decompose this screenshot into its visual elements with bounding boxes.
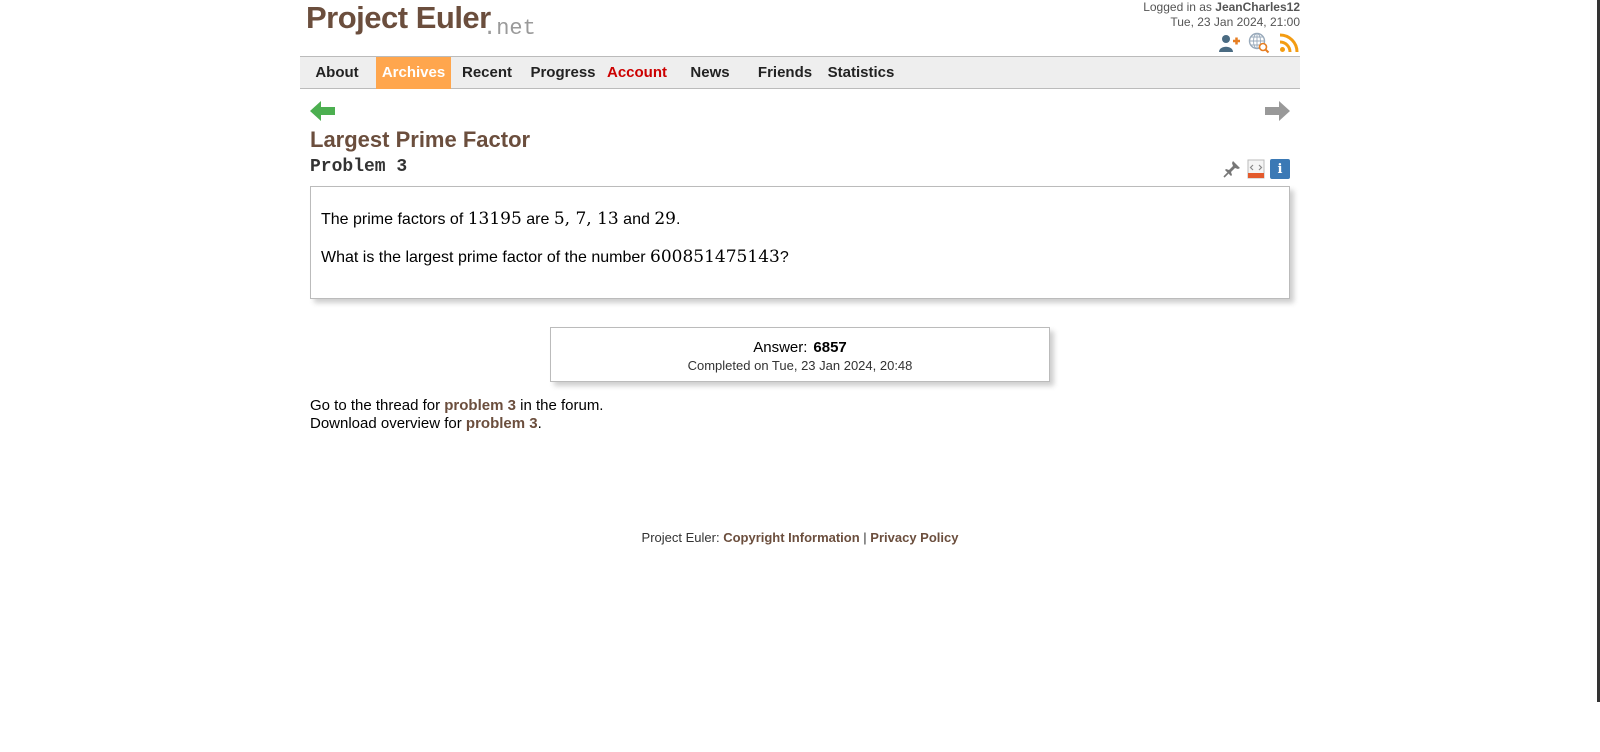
nav-account[interactable]: Account <box>603 57 671 89</box>
forum-thread-link[interactable]: problem 3 <box>444 397 516 414</box>
nav-news[interactable]: News <box>688 57 732 89</box>
next-problem-arrow-icon[interactable] <box>1264 100 1290 122</box>
main-nav: About Archives Recent Progress Account N… <box>300 56 1300 89</box>
problem-number: Problem 3 <box>310 157 408 177</box>
math-target-number: 600851475143 <box>650 247 780 267</box>
add-friend-icon[interactable] <box>1218 32 1240 54</box>
copyright-link[interactable]: Copyright Information <box>723 530 860 545</box>
privacy-policy-link[interactable]: Privacy Policy <box>870 530 958 545</box>
problem-links: Go to the thread for problem 3 in the fo… <box>310 397 603 433</box>
nav-statistics[interactable]: Statistics <box>824 57 898 89</box>
pin-icon[interactable] <box>1222 159 1242 179</box>
page: Project Euler .net Logged in as JeanChar… <box>300 0 1300 752</box>
completion-date: Completed on Tue, 23 Jan 2024, 20:48 <box>687 358 913 373</box>
nav-about[interactable]: About <box>308 57 366 89</box>
math-last-factor: 29 <box>654 209 676 229</box>
math-factors: 5, 7, 13 <box>553 209 619 229</box>
answer-line: Answer: 6857 <box>551 339 1049 356</box>
answer-box: Answer: 6857 Completed on Tue, 23 Jan 202… <box>550 327 1050 382</box>
logo-net-text: .net <box>483 16 536 41</box>
nav-recent[interactable]: Recent <box>457 57 517 89</box>
problem-line-2: What is the largest prime factor of the … <box>321 247 789 267</box>
download-overview-line: Download overview for problem 3. <box>310 415 542 432</box>
login-info: Logged in as JeanCharles12 Tue, 23 Jan 2… <box>1143 0 1300 30</box>
problem-content: The prime factors of 13195 are 5, 7, 13 … <box>310 186 1290 299</box>
username[interactable]: JeanCharles12 <box>1215 0 1300 14</box>
answer-label: Answer: <box>753 339 808 356</box>
math-number: 13195 <box>467 209 522 229</box>
rss-feed-icon[interactable] <box>1278 32 1300 54</box>
nav-progress[interactable]: Progress <box>527 57 599 89</box>
html-code-icon[interactable] <box>1246 159 1266 179</box>
previous-problem-arrow-icon[interactable] <box>310 100 336 122</box>
problem-tools: i <box>1222 159 1290 179</box>
nav-friends[interactable]: Friends <box>755 57 815 89</box>
info-icon[interactable]: i <box>1270 159 1290 179</box>
footer: Project Euler: Copyright Information | P… <box>641 530 959 545</box>
logged-in-line: Logged in as JeanCharles12 <box>1143 0 1300 14</box>
logo-text: Project Euler <box>306 0 491 35</box>
nav-archives[interactable]: Archives <box>376 57 451 89</box>
download-overview-link[interactable]: problem 3 <box>466 415 538 432</box>
header-icons <box>1218 32 1300 54</box>
forum-thread-line: Go to the thread for problem 3 in the fo… <box>310 397 604 414</box>
answer-value: 6857 <box>813 339 847 356</box>
search-globe-icon[interactable] <box>1248 32 1270 54</box>
current-datetime: Tue, 23 Jan 2024, 21:00 <box>1170 15 1300 29</box>
problem-title: Largest Prime Factor <box>310 127 531 152</box>
problem-line-1: The prime factors of 13195 are 5, 7, 13 … <box>321 209 681 229</box>
